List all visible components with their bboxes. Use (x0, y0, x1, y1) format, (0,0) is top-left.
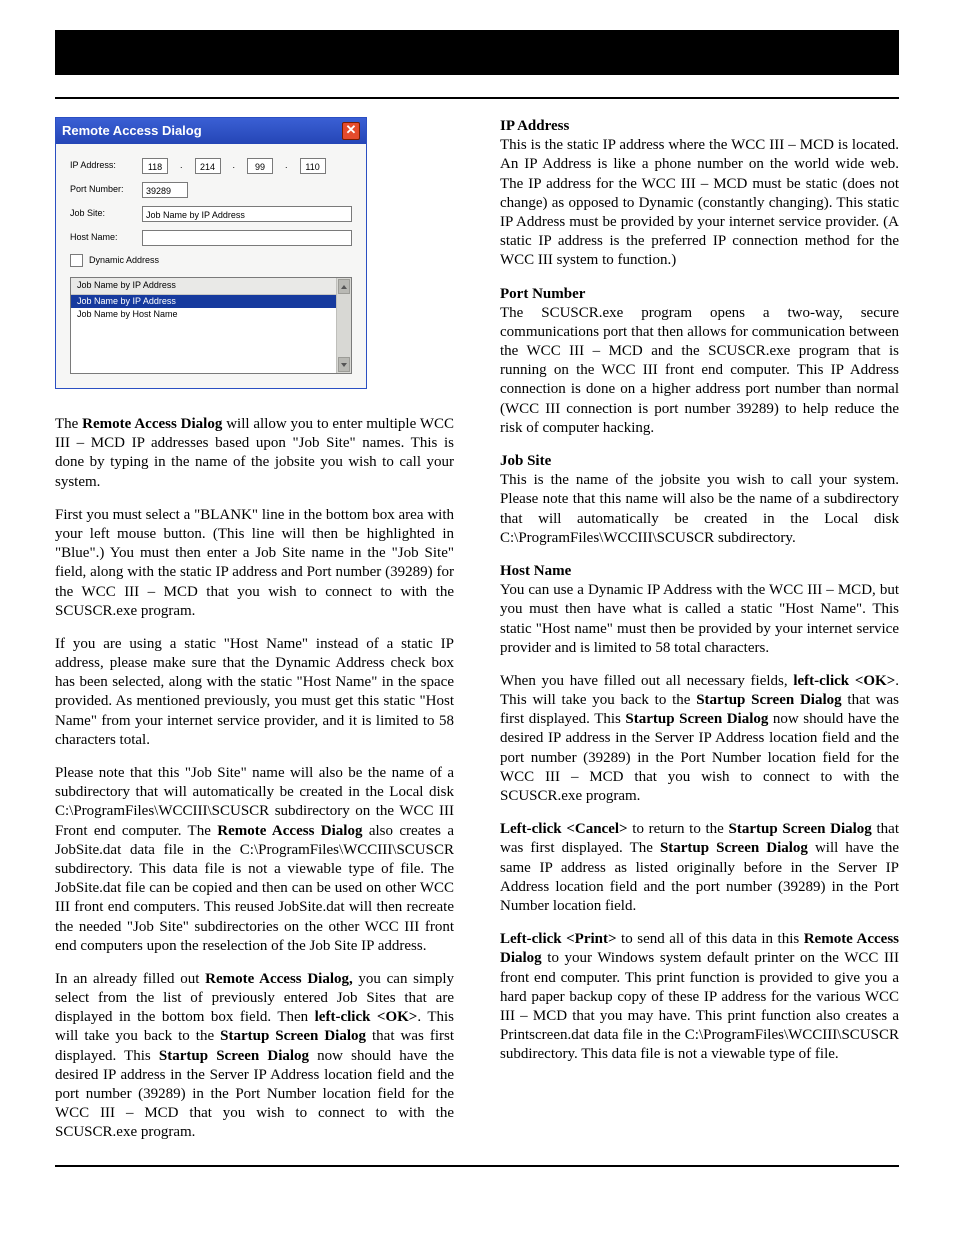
scroll-down-icon[interactable] (338, 357, 350, 372)
top-rule (55, 97, 899, 99)
ip-octet-2[interactable]: 214 (195, 158, 221, 174)
dynamic-address-label: Dynamic Address (89, 255, 159, 267)
listbox-header: Job Name by IP Address (71, 278, 336, 295)
body-paragraph: Host Name You can use a Dynamic IP Addre… (500, 562, 899, 658)
jobsite-label: Job Site: (70, 208, 132, 220)
body-paragraph: The Remote Access Dialog will allow you … (55, 415, 454, 492)
body-paragraph: IP Address This is the static IP address… (500, 117, 899, 271)
dialog-title-text: Remote Access Dialog (62, 123, 202, 140)
scroll-up-icon[interactable] (338, 279, 350, 294)
list-item[interactable]: Job Name by IP Address (71, 295, 336, 309)
jobsite-input[interactable]: Job Name by IP Address (142, 206, 352, 222)
dialog-titlebar: Remote Access Dialog ✕ (56, 118, 366, 144)
page-header-banner (55, 30, 899, 85)
ip-octet-3[interactable]: 99 (247, 158, 273, 174)
body-paragraph: Please note that this "Job Site" name wi… (55, 764, 454, 956)
body-paragraph: If you are using a static "Host Name" in… (55, 635, 454, 750)
close-icon[interactable]: ✕ (342, 122, 360, 140)
body-paragraph: In an already filled out Remote Access D… (55, 970, 454, 1143)
ip-octet-4[interactable]: 110 (300, 158, 326, 174)
body-paragraph: Left-click <Cancel> to return to the Sta… (500, 820, 899, 916)
port-input[interactable]: 39289 (142, 182, 188, 198)
body-paragraph: Port Number The SCUSCR.exe program opens… (500, 285, 899, 439)
ip-label: IP Address: (70, 160, 132, 172)
hostname-input[interactable] (142, 230, 352, 246)
right-column: IP Address This is the static IP address… (500, 117, 899, 1143)
body-paragraph: First you must select a "BLANK" line in … (55, 506, 454, 621)
bottom-rule (55, 1165, 899, 1167)
body-paragraph: When you have filled out all necessary f… (500, 672, 899, 806)
dynamic-address-checkbox[interactable] (70, 254, 83, 267)
jobsite-listbox[interactable]: Job Name by IP Address Job Name by IP Ad… (70, 277, 352, 374)
listbox-scrollbar[interactable] (336, 278, 351, 373)
port-label: Port Number: (70, 184, 132, 196)
ip-octet-1[interactable]: 118 (142, 158, 168, 174)
list-item[interactable]: Job Name by Host Name (71, 308, 336, 322)
hostname-label: Host Name: (70, 232, 132, 244)
remote-access-dialog: Remote Access Dialog ✕ IP Address: 118. … (55, 117, 367, 389)
body-paragraph: Left-click <Print> to send all of this d… (500, 930, 899, 1064)
body-paragraph: Job Site This is the name of the jobsite… (500, 452, 899, 548)
left-column: Remote Access Dialog ✕ IP Address: 118. … (55, 117, 454, 1143)
